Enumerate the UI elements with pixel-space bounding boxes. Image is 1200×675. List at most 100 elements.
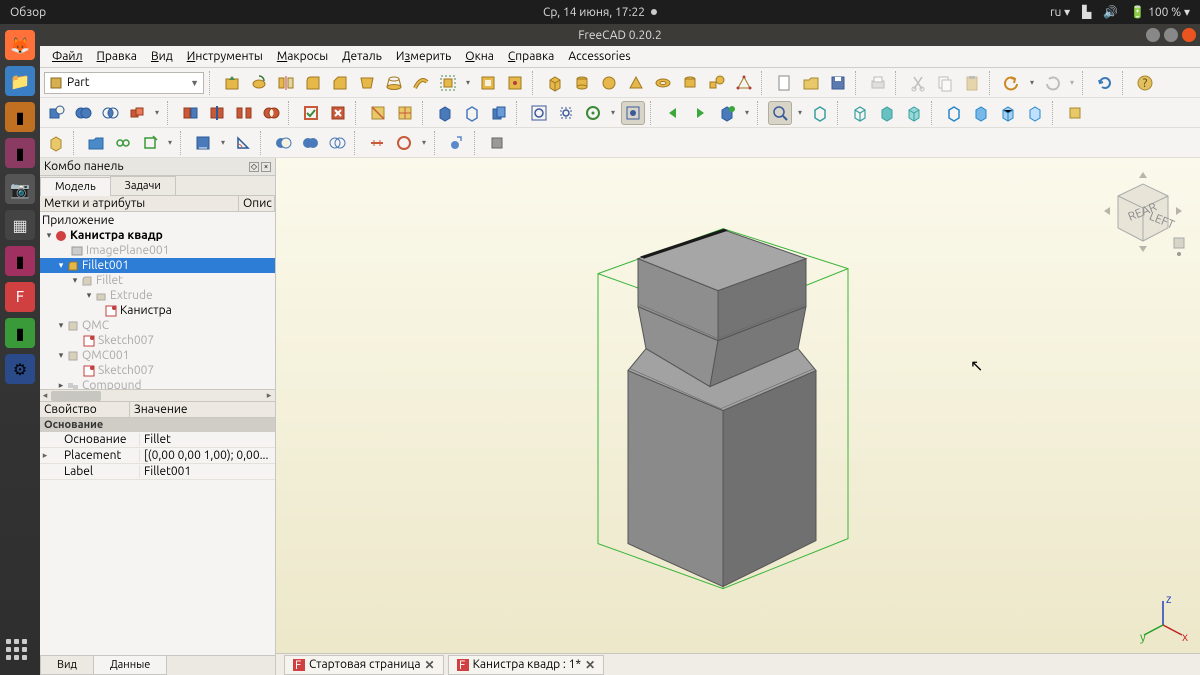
tool-shapebuilder[interactable] xyxy=(732,71,756,95)
dock-firefox[interactable]: 🦊 xyxy=(5,30,35,60)
tree-item-imageplane[interactable]: ImagePlane001 xyxy=(40,243,275,258)
tab-view[interactable]: Вид xyxy=(40,656,94,675)
tree-item-extrude[interactable]: ▾Extrude xyxy=(40,288,275,303)
menu-macros[interactable]: Макросы xyxy=(271,48,334,65)
tool-copy[interactable] xyxy=(933,71,957,95)
dock-screenshot[interactable]: 📷 xyxy=(5,174,35,204)
acc-tool[interactable] xyxy=(485,131,509,155)
tool-section2[interactable] xyxy=(393,101,417,125)
tool-torus[interactable] xyxy=(651,71,675,95)
measure-refresh[interactable] xyxy=(445,131,469,155)
tool-chamfer[interactable] xyxy=(328,71,352,95)
combo-panel-header[interactable]: Комбо панель ◇ × xyxy=(40,158,275,176)
tree-item-sketch007a[interactable]: Sketch007 xyxy=(40,333,275,348)
menu-tools[interactable]: Инструменты xyxy=(181,48,269,65)
property-group-base[interactable]: Основание xyxy=(40,418,275,432)
tree-hscrollbar[interactable]: ◂▸ xyxy=(40,389,275,401)
tool-join-connect[interactable] xyxy=(125,101,149,125)
menu-file[interactable]: Файл xyxy=(46,48,89,65)
tab-model[interactable]: Модель xyxy=(40,177,111,196)
combo-undock-button[interactable]: ◇ xyxy=(249,162,259,172)
drawstyle-4[interactable] xyxy=(1023,101,1047,125)
prop-row-label[interactable]: LabelFillet001 xyxy=(40,464,275,480)
view-shaded[interactable] xyxy=(875,101,899,125)
workbench-selector[interactable]: Part ▼ xyxy=(44,72,204,94)
tool-offset3d[interactable] xyxy=(436,71,460,95)
drawstyle-3[interactable] xyxy=(996,101,1020,125)
tool-reverse-shapes[interactable] xyxy=(460,101,484,125)
dock-show-apps[interactable] xyxy=(6,639,34,667)
bool-common2[interactable] xyxy=(325,131,349,155)
measure-dropdown[interactable]: ▾ xyxy=(218,138,228,147)
tool-redo-dropdown[interactable]: ▾ xyxy=(1067,78,1077,87)
tab-tasks[interactable]: Задачи xyxy=(110,176,176,195)
tool-boolean-union[interactable] xyxy=(71,101,95,125)
menu-measure[interactable]: Измерить xyxy=(390,48,457,65)
tool-create-group[interactable] xyxy=(84,131,108,155)
tool-undo[interactable] xyxy=(1000,71,1024,95)
measure-toggle[interactable] xyxy=(392,131,416,155)
3d-model-canister[interactable] xyxy=(568,198,908,618)
drawstyle-2[interactable] xyxy=(969,101,993,125)
clock[interactable]: Ср, 14 июня, 17:22 xyxy=(543,6,645,19)
nav-forward[interactable] xyxy=(688,101,712,125)
tool-split-slice[interactable] xyxy=(205,101,229,125)
measure-clear[interactable] xyxy=(365,131,389,155)
view-front[interactable] xyxy=(621,101,645,125)
keyboard-layout-indicator[interactable]: ru ▾ xyxy=(1050,5,1070,19)
tree-item-sketch-canister[interactable]: Канистра xyxy=(40,303,275,318)
tool-compound[interactable] xyxy=(44,131,68,155)
tool-defeaturing[interactable] xyxy=(326,101,350,125)
dock-app2[interactable]: ▮ xyxy=(5,318,35,348)
link-actions[interactable] xyxy=(715,101,739,125)
nav-back[interactable] xyxy=(661,101,685,125)
tree-app-root[interactable]: Приложение xyxy=(40,213,275,228)
tool-fillet[interactable] xyxy=(301,71,325,95)
tool-mirror[interactable] xyxy=(274,71,298,95)
dock-files[interactable]: 📁 xyxy=(5,66,35,96)
menu-windows[interactable]: Окна xyxy=(459,48,500,65)
combo-close-button[interactable]: × xyxy=(261,162,271,172)
tool-whatsthis[interactable]: ? xyxy=(1133,71,1157,95)
tool-split-fragments[interactable] xyxy=(178,101,202,125)
bool-cut2[interactable] xyxy=(271,131,295,155)
measure-toggle-dropdown[interactable]: ▾ xyxy=(419,138,429,147)
window-close-button[interactable] xyxy=(1182,28,1196,42)
menu-edit[interactable]: Правка xyxy=(91,48,143,65)
menu-view[interactable]: Вид xyxy=(145,48,179,65)
window-minimize-button[interactable] xyxy=(1146,28,1160,42)
view-flatlines[interactable] xyxy=(902,101,926,125)
tree-item-qmc001[interactable]: ▾QMC001 xyxy=(40,348,275,363)
tree-item-sketch007b[interactable]: Sketch007 xyxy=(40,363,275,378)
tool-extrude[interactable] xyxy=(220,71,244,95)
tree-document[interactable]: ▾Канистра квадр xyxy=(40,228,275,243)
tool-undo-dropdown[interactable]: ▾ xyxy=(1027,78,1037,87)
tool-primitives[interactable] xyxy=(705,71,729,95)
tool-boolean-cut[interactable] xyxy=(44,101,68,125)
tool-cube[interactable] xyxy=(543,71,567,95)
volume-icon[interactable]: 🔊 xyxy=(1103,5,1118,19)
tool-revolve[interactable] xyxy=(247,71,271,95)
drawstyle-1[interactable] xyxy=(942,101,966,125)
battery-indicator[interactable]: 🔋 100 % ▾ xyxy=(1130,5,1190,19)
link-actions-dropdown[interactable]: ▾ xyxy=(742,108,752,117)
tool-join-dropdown[interactable]: ▾ xyxy=(152,108,162,117)
tool-split-xor[interactable] xyxy=(259,101,283,125)
tool-cut[interactable] xyxy=(906,71,930,95)
tool-section1[interactable] xyxy=(366,101,390,125)
tool-paste[interactable] xyxy=(960,71,984,95)
3d-view[interactable]: ↖ REAR LEFT z x y xyxy=(276,158,1200,675)
dock-freecad[interactable]: F xyxy=(5,282,35,312)
measure-linear[interactable] xyxy=(191,131,215,155)
zoom-magnify[interactable] xyxy=(768,101,792,125)
tool-open[interactable] xyxy=(799,71,823,95)
tool-new[interactable] xyxy=(772,71,796,95)
tree-item-fillet001[interactable]: ▾Fillet001 xyxy=(40,258,275,273)
tool-sphere[interactable] xyxy=(597,71,621,95)
prop-col-name[interactable]: Свойство xyxy=(40,402,130,417)
prop-row-base[interactable]: ОснованиеFillet xyxy=(40,432,275,448)
doc-tab-canister[interactable]: F Канистра квадр : 1* ✕ xyxy=(448,655,605,675)
bool-union2[interactable] xyxy=(298,131,322,155)
view-fit-all[interactable] xyxy=(527,101,551,125)
tab-data[interactable]: Данные xyxy=(93,656,167,675)
